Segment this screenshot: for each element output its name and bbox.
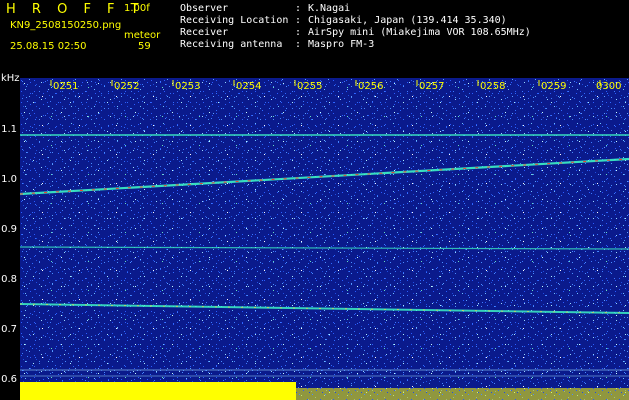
info-value-observer: K.Nagai bbox=[308, 3, 351, 14]
date-time: 25.08.15 02:50 bbox=[10, 41, 87, 52]
info-colon: : bbox=[295, 27, 302, 38]
info-label-observer: Observer bbox=[180, 3, 229, 14]
time-label: 0252 bbox=[114, 81, 140, 92]
time-label: 0258 bbox=[480, 81, 506, 92]
freq-label: 0.7 bbox=[1, 324, 17, 335]
time-label: 0257 bbox=[419, 81, 445, 92]
frequency-unit: kHz bbox=[1, 73, 20, 84]
info-value-receiver: AirSpy mini (Miakejima VOR 108.65MHz) bbox=[308, 27, 531, 38]
time-label: 0300 bbox=[596, 81, 622, 92]
time-label: 0254 bbox=[236, 81, 262, 92]
info-value-location: Chigasaki, Japan (139.414 35.340) bbox=[308, 15, 507, 26]
info-colon: : bbox=[295, 15, 302, 26]
time-label: 0255 bbox=[297, 81, 323, 92]
time-label: 0253 bbox=[175, 81, 201, 92]
info-colon: : bbox=[295, 3, 302, 14]
spectrogram bbox=[20, 78, 629, 400]
noise-floor-texture bbox=[296, 388, 629, 400]
freq-label: 1.0 bbox=[1, 174, 17, 185]
meteor-label: meteor bbox=[124, 30, 161, 41]
info-label-location: Receiving Location bbox=[180, 15, 289, 26]
info-label-receiver: Receiver bbox=[180, 27, 229, 38]
time-label: 0251 bbox=[53, 81, 79, 92]
noise-floor-band bbox=[20, 382, 296, 400]
hrofft-screen: H R O F F T 1.00f KN9_2508150250.png met… bbox=[0, 0, 629, 400]
time-label: 0259 bbox=[541, 81, 567, 92]
freq-label: 0.8 bbox=[1, 274, 17, 285]
info-value-antenna: Maspro FM-3 bbox=[308, 39, 375, 50]
meteor-count: 59 bbox=[138, 41, 151, 52]
app-version: 1.00f bbox=[124, 3, 150, 14]
noise-layer bbox=[20, 78, 629, 400]
freq-label: 0.6 bbox=[1, 374, 17, 385]
info-colon: : bbox=[295, 39, 302, 50]
file-name: KN9_2508150250.png bbox=[10, 20, 122, 31]
info-label-antenna: Receiving antenna bbox=[180, 39, 283, 50]
time-label: 0256 bbox=[358, 81, 384, 92]
freq-label: 0.9 bbox=[1, 224, 17, 235]
freq-label: 1.1 bbox=[1, 124, 17, 135]
